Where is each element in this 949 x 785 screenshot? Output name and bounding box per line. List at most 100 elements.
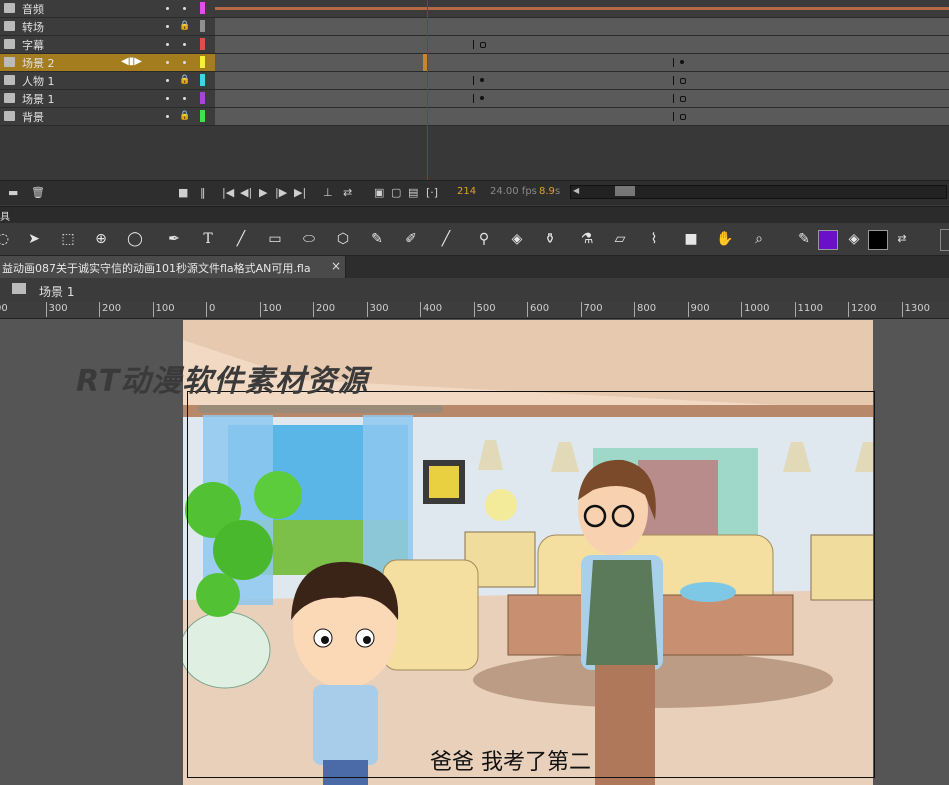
brush-tool-icon[interactable]: ╱ xyxy=(437,230,455,248)
pencil-tool-icon[interactable]: ✎ xyxy=(368,230,386,248)
lock-icon[interactable]: 🔒 xyxy=(179,75,190,85)
first-frame-icon[interactable]: |◀ xyxy=(222,186,234,199)
layer-frames-track[interactable] xyxy=(215,54,949,72)
keyframe-marker[interactable] xyxy=(673,112,674,121)
zoom-tool-icon[interactable]: ⌕ xyxy=(750,230,768,248)
timeline-layer[interactable]: 字幕 xyxy=(0,36,215,54)
ink-bottle-icon[interactable]: ⚱ xyxy=(541,230,559,248)
camera-icon[interactable]: ■ xyxy=(178,186,188,199)
playhead[interactable] xyxy=(427,0,428,180)
layer-frames-track[interactable] xyxy=(215,108,949,126)
new-folder-icon[interactable]: ▬ xyxy=(8,186,18,199)
layer-frames-track[interactable] xyxy=(215,36,949,54)
layer-color-swatch[interactable] xyxy=(200,38,205,50)
layer-frames-track[interactable] xyxy=(215,0,949,18)
next-frame-icon[interactable]: |▶ xyxy=(275,186,287,199)
keyframe-marker[interactable] xyxy=(480,78,484,82)
pen-tool-icon[interactable]: ✒ xyxy=(165,230,183,248)
visibility-toggle[interactable] xyxy=(166,61,169,64)
fps-display[interactable]: 24.00 fps xyxy=(490,186,537,197)
keyframe-marker[interactable] xyxy=(673,76,674,85)
prev-frame-icon[interactable]: ◀| xyxy=(240,186,252,199)
layer-frames-track[interactable] xyxy=(215,72,949,90)
scene-label[interactable]: 场景 1 xyxy=(39,283,74,300)
pin-icon[interactable]: ‖ xyxy=(200,186,206,199)
loop-icon[interactable]: ⇄ xyxy=(343,186,352,199)
visibility-toggle[interactable] xyxy=(166,97,169,100)
subtitle-text[interactable]: 爸爸 我考了第二 xyxy=(430,744,591,776)
visibility-toggle[interactable] xyxy=(166,79,169,82)
keyframe-marker[interactable] xyxy=(473,76,474,85)
eraser-icon[interactable]: ▱ xyxy=(611,230,629,248)
subselect-icon[interactable]: ◌ xyxy=(0,230,12,248)
play-icon[interactable]: ▶ xyxy=(259,186,267,199)
timeline-layer[interactable]: 转场 🔒 xyxy=(0,18,215,36)
swap-colors-icon[interactable]: ⇄ xyxy=(893,230,911,248)
width-tool-icon[interactable]: ⌇ xyxy=(645,230,663,248)
layer-name[interactable]: 人物 1 xyxy=(22,73,55,89)
center-frame-icon[interactable]: ⊥ xyxy=(323,186,333,199)
scroll-left-icon[interactable]: ◀ xyxy=(573,186,579,195)
line-tool-icon[interactable]: ╱ xyxy=(232,230,250,248)
layer-color-swatch[interactable] xyxy=(200,20,205,32)
document-tab[interactable]: 益动画087关于诚实守信的动画101秒源文件fla格式AN可用.fla × xyxy=(0,256,346,278)
onion-markers-icon[interactable]: [·] xyxy=(426,186,438,199)
keyframe-marker[interactable] xyxy=(673,94,674,103)
layer-color-swatch[interactable] xyxy=(200,92,205,104)
trash-icon[interactable]: 🗑 xyxy=(31,186,45,199)
layer-name[interactable]: 音频 xyxy=(22,1,44,17)
keyframe-marker[interactable] xyxy=(680,60,684,64)
stroke-color-icon[interactable]: ✎ xyxy=(795,230,813,248)
rectangle-tool-icon[interactable]: ▭ xyxy=(266,230,284,248)
layer-name[interactable]: 背景 xyxy=(22,109,44,125)
timeline-layer[interactable]: 场景 2 ◀▮▶ xyxy=(0,54,215,72)
keyframe-marker[interactable] xyxy=(480,96,484,100)
timeline-layer[interactable]: 人物 1 🔒 xyxy=(0,72,215,90)
edit-multiple-icon[interactable]: ▤ xyxy=(408,186,418,199)
visibility-toggle[interactable] xyxy=(166,43,169,46)
layer-name[interactable]: 场景 2 xyxy=(22,55,55,71)
stroke-color-swatch[interactable] xyxy=(818,230,838,250)
keyframe-marker[interactable] xyxy=(680,114,686,120)
onion-outline-icon[interactable]: ▢ xyxy=(391,186,401,199)
paint-brush-icon[interactable]: ✐ xyxy=(402,230,420,248)
layer-name[interactable]: 转场 xyxy=(22,19,44,35)
timeline-layer[interactable]: 音频 xyxy=(0,0,215,18)
layer-name[interactable]: 场景 1 xyxy=(22,91,55,107)
layer-name[interactable]: 字幕 xyxy=(22,37,44,53)
keyframe-marker[interactable] xyxy=(480,42,486,48)
oval-tool-icon[interactable]: ⬭ xyxy=(300,230,318,248)
lock-toggle[interactable] xyxy=(183,97,186,100)
lock-toggle[interactable] xyxy=(183,61,186,64)
free-transform-icon[interactable]: ⬚ xyxy=(59,230,77,248)
layer-color-swatch[interactable] xyxy=(200,110,205,122)
lock-icon[interactable]: 🔒 xyxy=(179,111,190,121)
paint-bucket-icon[interactable]: ◈ xyxy=(508,230,526,248)
keyframe-marker[interactable] xyxy=(473,94,474,103)
timeline-layer[interactable]: 场景 1 xyxy=(0,90,215,108)
timeline-scroll-thumb[interactable] xyxy=(615,186,635,196)
visibility-toggle[interactable] xyxy=(166,7,169,10)
eyedropper-icon[interactable]: ⚗ xyxy=(578,230,596,248)
3d-rotation-icon[interactable]: ⊕ xyxy=(92,230,110,248)
layer-frames-track[interactable] xyxy=(215,18,949,36)
last-frame-icon[interactable]: ▶| xyxy=(294,186,306,199)
elapsed-time[interactable]: 8.9 xyxy=(539,186,555,197)
visibility-toggle[interactable] xyxy=(166,115,169,118)
close-tab-icon[interactable]: × xyxy=(331,259,341,273)
keyframe-marker[interactable] xyxy=(473,40,474,49)
bone-tool-icon[interactable]: ⚲ xyxy=(475,230,493,248)
timeline-layer[interactable]: 背景 🔒 xyxy=(0,108,215,126)
onion-skin-icon[interactable]: ▣ xyxy=(374,186,384,199)
keyframe-marker[interactable] xyxy=(680,78,686,84)
keyframe-nav-icon[interactable]: ◀▮▶ xyxy=(121,56,142,67)
current-frame[interactable]: 214 xyxy=(457,186,476,197)
layer-frames-track[interactable] xyxy=(215,90,949,108)
selection-tool-icon[interactable]: ➤ xyxy=(25,230,43,248)
visibility-toggle[interactable] xyxy=(166,25,169,28)
hand-tool-icon[interactable]: ✋ xyxy=(716,230,734,248)
lasso-icon[interactable]: ◯ xyxy=(126,230,144,248)
camera-tool-icon[interactable]: ■ xyxy=(682,230,700,248)
keyframe-marker[interactable] xyxy=(673,58,674,67)
layer-color-swatch[interactable] xyxy=(200,74,205,86)
